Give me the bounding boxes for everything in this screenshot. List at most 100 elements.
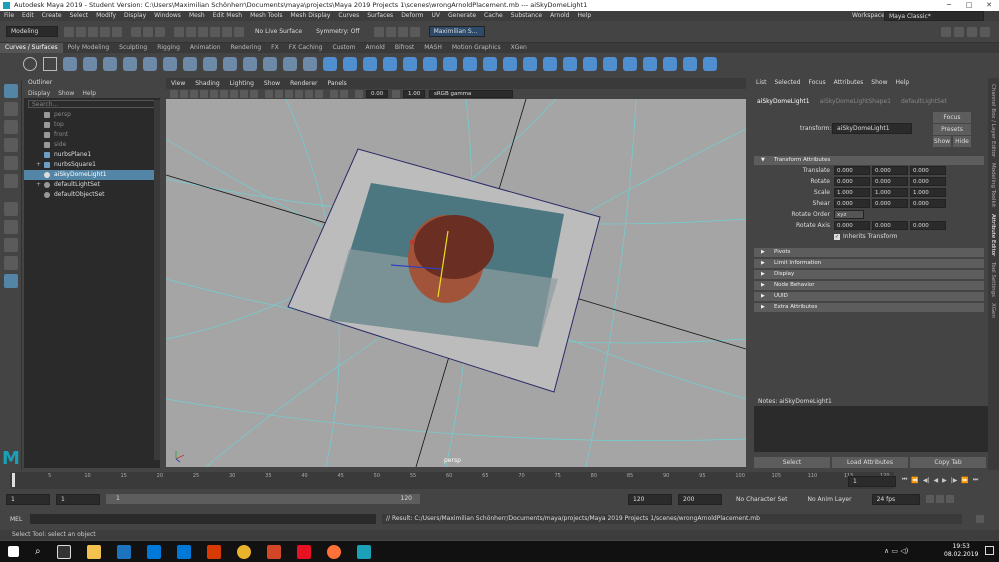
translate-z-field[interactable]: 0.000 <box>910 166 946 175</box>
planar-icon[interactable] <box>363 57 377 71</box>
curve-editing-icon[interactable] <box>283 57 297 71</box>
playback-end-field[interactable]: 120 <box>628 493 672 505</box>
mel-label[interactable]: MEL <box>10 516 30 523</box>
scale-z-field[interactable]: 1.000 <box>910 188 946 197</box>
pencil-curve-icon[interactable] <box>83 57 97 71</box>
shelf-tab-curves-surfaces[interactable]: Curves / Surfaces <box>0 43 63 53</box>
loop-icon[interactable] <box>925 495 934 503</box>
ae-menu-selected[interactable]: Selected <box>775 78 801 88</box>
snap-curve-icon[interactable] <box>186 26 196 37</box>
play-forward-icon[interactable]: ▶ <box>942 477 947 484</box>
step-forward-frame-icon[interactable]: |▶ <box>951 477 958 484</box>
shelf-tab-arnold[interactable]: Arnold <box>360 43 389 53</box>
side-tab-modeling-toolkit[interactable]: Modeling Toolkit <box>990 163 996 207</box>
shear-x-field[interactable]: 0.000 <box>834 199 870 208</box>
shelf-tab-sculpting[interactable]: Sculpting <box>114 43 152 53</box>
expand-icon[interactable]: + <box>36 180 41 190</box>
viewport-menu-panels[interactable]: Panels <box>327 78 346 89</box>
persp-outliner-layout-icon[interactable] <box>4 256 18 270</box>
rotate-y-field[interactable]: 0.000 <box>872 177 908 186</box>
step-forward-key-icon[interactable]: ⏩ <box>961 477 968 484</box>
display-section[interactable]: Display <box>754 270 984 279</box>
detach-curves-icon[interactable] <box>163 57 177 71</box>
chrome-icon[interactable] <box>236 544 251 559</box>
rebuild-surface-icon[interactable] <box>703 57 717 71</box>
rotate-axis-z-field[interactable]: 0.000 <box>910 221 946 230</box>
menu-substance[interactable]: Substance <box>511 11 542 21</box>
shelf-tab-poly-modeling[interactable]: Poly Modeling <box>63 43 115 53</box>
scale-x-field[interactable]: 1.000 <box>834 188 870 197</box>
render-settings-icon[interactable] <box>409 26 420 37</box>
fps-dropdown[interactable]: 24 fps <box>871 493 920 505</box>
ae-menu-attributes[interactable]: Attributes <box>834 78 864 88</box>
viewport-menu-show[interactable]: Show <box>264 78 280 89</box>
exposure-icon[interactable] <box>355 90 363 98</box>
workspace-dropdown[interactable]: Maya Classic* <box>884 11 984 21</box>
select-hierarchy-icon[interactable] <box>131 26 141 37</box>
exposure-field[interactable]: 0.00 <box>366 90 388 98</box>
shelf-tab-animation[interactable]: Animation <box>185 43 226 53</box>
current-time-indicator[interactable] <box>12 473 15 487</box>
go-to-end-icon[interactable]: ⏭ <box>973 476 978 484</box>
shelf-tab-rigging[interactable]: Rigging <box>152 43 185 53</box>
shelf-tab-motion-graphics[interactable]: Motion Graphics <box>447 43 506 53</box>
current-frame-field[interactable]: 1 <box>848 476 896 487</box>
maximize-button[interactable]: □ <box>959 0 979 11</box>
snap-point-icon[interactable] <box>198 26 208 37</box>
outliner-item-front[interactable]: front <box>24 130 160 140</box>
nurbs-sphere-icon[interactable] <box>23 57 37 71</box>
trim-tool-icon[interactable] <box>483 57 497 71</box>
offset-curve-icon[interactable] <box>223 57 237 71</box>
menu-arnold[interactable]: Arnold <box>550 11 569 21</box>
shelf-tab-rendering[interactable]: Rendering <box>226 43 267 53</box>
outliner-menu-show[interactable]: Show <box>58 90 74 97</box>
textured-icon[interactable] <box>295 90 303 98</box>
firefox-icon[interactable] <box>326 544 341 559</box>
office-icon[interactable] <box>206 544 221 559</box>
file-explorer-icon[interactable] <box>86 544 101 559</box>
user-account-dropdown[interactable]: Maximilian S... <box>428 26 485 37</box>
screenshot-app-icon[interactable] <box>296 544 311 559</box>
settings-icon[interactable] <box>941 26 951 37</box>
shelf-tab-fx[interactable]: FX <box>266 43 284 53</box>
extend-curve-icon[interactable] <box>203 57 217 71</box>
last-tool-icon[interactable] <box>4 202 18 216</box>
ep-curve-icon[interactable] <box>63 57 77 71</box>
transform-name-field[interactable]: aiSkyDomeLight1 <box>832 123 912 134</box>
xray-icon[interactable] <box>340 90 348 98</box>
attach-curves-icon[interactable] <box>143 57 157 71</box>
menu-mesh[interactable]: Mesh <box>189 11 205 21</box>
arc-tool-icon[interactable] <box>103 57 117 71</box>
play-backward-icon[interactable]: ◀ <box>934 477 939 484</box>
sculpt-geometry-icon[interactable] <box>623 57 637 71</box>
menu-display[interactable]: Display <box>124 11 146 21</box>
history-icon[interactable] <box>373 26 384 37</box>
outliner-item-persp[interactable]: persp <box>24 110 160 120</box>
photos-icon[interactable] <box>266 544 281 559</box>
go-to-start-icon[interactable]: ⏮ <box>902 476 907 484</box>
translate-x-field[interactable]: 0.000 <box>834 166 870 175</box>
untrim-icon[interactable] <box>503 57 517 71</box>
safe-action-icon[interactable] <box>250 90 258 98</box>
surface-editing-icon[interactable] <box>643 57 657 71</box>
animation-preferences-icon[interactable] <box>945 495 954 503</box>
menu-cache[interactable]: Cache <box>484 11 503 21</box>
ipr-icon[interactable] <box>397 26 408 37</box>
intersect-icon[interactable] <box>443 57 457 71</box>
perspective-viewport[interactable]: persp <box>166 99 746 467</box>
range-slider[interactable]: 1 120 <box>106 494 420 504</box>
character-set-label[interactable]: No Character Set <box>736 496 787 503</box>
revolve-icon[interactable] <box>323 57 337 71</box>
loft-icon[interactable] <box>343 57 357 71</box>
rotate-x-field[interactable]: 0.000 <box>834 177 870 186</box>
shelf-tab-mash[interactable]: MASH <box>419 43 447 53</box>
birail-icon[interactable] <box>403 57 417 71</box>
ae-menu-show[interactable]: Show <box>871 78 887 88</box>
gamma-field[interactable]: 1.00 <box>403 90 425 98</box>
manipulator-x-handle[interactable] <box>410 240 414 244</box>
gamma-icon[interactable] <box>392 90 400 98</box>
add-points-icon[interactable] <box>263 57 277 71</box>
shelf-tab-xgen[interactable]: XGen <box>506 43 532 53</box>
rebuild-curve-icon[interactable] <box>243 57 257 71</box>
wireframe-icon[interactable] <box>265 90 273 98</box>
